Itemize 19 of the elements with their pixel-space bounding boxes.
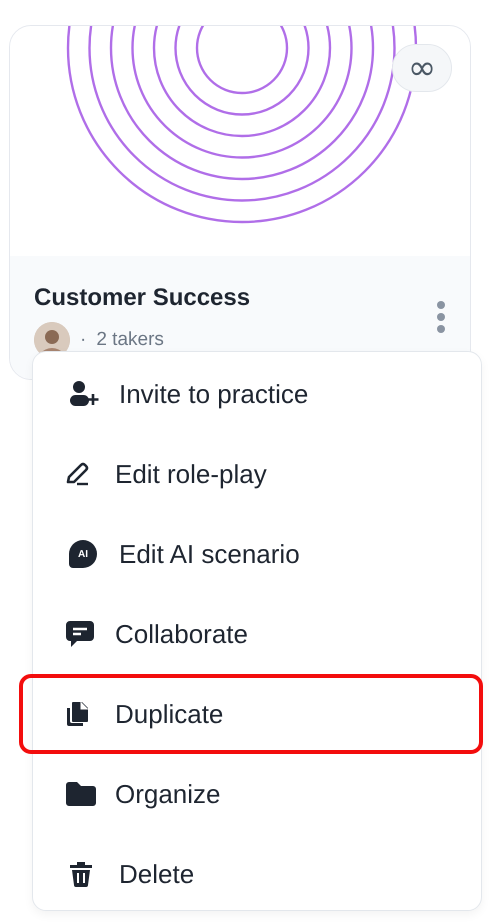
takers-count: 2 takers [96, 329, 164, 351]
pencil-icon [65, 461, 91, 487]
folder-icon [65, 781, 97, 807]
menu-item[interactable]: Edit role-play [33, 434, 273, 514]
menu-item[interactable]: AI Edit AI scenario [33, 514, 306, 594]
copy-icon [65, 700, 89, 728]
message-icon [65, 619, 95, 649]
add-user-icon [69, 380, 99, 408]
infinity-badge[interactable]: ∞ [392, 44, 452, 92]
menu-item[interactable]: Duplicate [33, 674, 230, 754]
ai-chat-icon: AI [69, 540, 97, 568]
menu-item[interactable]: Delete [33, 834, 200, 914]
menu-item[interactable]: Invite to practice [33, 354, 314, 434]
menu-item[interactable]: Collaborate [33, 594, 254, 674]
separator-dot: · [80, 329, 86, 351]
more-options-icon[interactable] [436, 300, 446, 334]
menu-item[interactable]: Organize [33, 754, 226, 834]
card-title: Customer Success [34, 284, 250, 312]
trash-icon [69, 860, 93, 888]
